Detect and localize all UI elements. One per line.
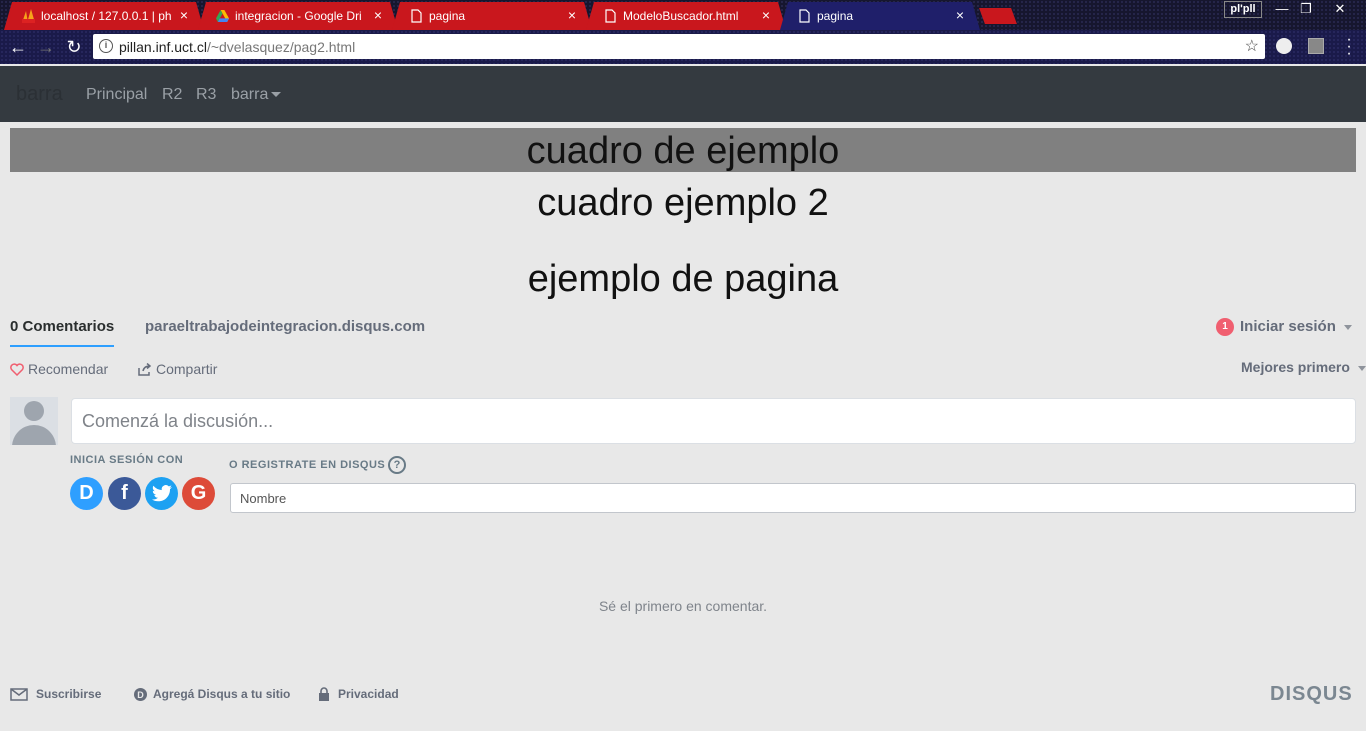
empty-comments-message: Sé el primero en comentar. [598,598,768,614]
nav-link-r3[interactable]: R3 [196,86,216,104]
login-with-label: INICIA SESIÓN CON [70,454,184,466]
url-path: /~dvelasquez/pag2.html [206,39,356,55]
url-text[interactable]: pillan.inf.uct.cl/~dvelasquez/pag2.html [119,39,355,55]
sort-label: Mejores primero [1241,359,1350,375]
url-host: pillan.inf.uct.cl [119,39,207,55]
back-arrow-icon[interactable]: ← [6,36,30,58]
community-tab[interactable]: paraeltrabajodeintegracion.disqus.com [145,318,425,335]
nav-dropdown-barra[interactable]: barra [231,86,282,104]
profile-button[interactable]: pl'pll [1224,1,1262,18]
tab-label: ModeloBuscador.html [623,9,739,23]
browser-tab[interactable]: localhost / 127.0.0.1 | ph × [4,2,204,30]
close-icon[interactable]: × [180,7,188,23]
tab-label: integracion - Google Dri [235,9,362,23]
subscribe-link[interactable]: Suscribirse [10,687,102,702]
sort-dropdown[interactable]: Mejores primero [1241,359,1366,375]
login-label: Iniciar sesión [1240,318,1336,335]
navbar-brand[interactable]: barra [16,83,63,106]
login-menu[interactable]: 1 Iniciar sesión [1216,318,1352,337]
privacy-label: Privacidad [338,687,399,701]
address-bar[interactable]: i pillan.inf.uct.cl/~dvelasquez/pag2.htm… [93,34,1265,59]
page-icon [410,9,423,23]
twitter-bird-icon [151,485,172,502]
forward-arrow-icon[interactable]: → [34,36,58,58]
google-login-icon[interactable]: G [182,477,215,510]
info-icon[interactable]: i [99,39,113,53]
example-box-2-title: cuadro ejemplo 2 [537,182,829,224]
page-heading: ejemplo de pagina [527,258,839,300]
example-box-title: cuadro de ejemplo [526,130,840,172]
bookmark-star-icon[interactable]: ☆ [1245,36,1259,56]
avatar [10,397,58,445]
active-tab-underline [10,345,114,347]
disqus-d-icon: D [134,688,147,702]
extension-icon[interactable] [1276,38,1292,54]
pdf-extension-icon[interactable] [1308,38,1324,54]
svg-text:D: D [137,690,144,700]
share-label: Compartir [156,361,218,377]
comments-count-tab[interactable]: 0 Comentarios [10,318,114,335]
new-tab-button[interactable] [979,8,1017,24]
close-icon[interactable]: × [956,7,964,23]
minimize-icon[interactable]: — [1269,0,1295,18]
help-icon[interactable]: ? [388,456,407,474]
tab-label: pagina [429,9,466,23]
recommend-label: Recomendar [28,361,109,377]
facebook-login-icon[interactable]: f [108,477,141,510]
add-disqus-link[interactable]: D Agregá Disqus a tu sitio [133,687,290,702]
close-icon[interactable]: × [568,7,576,23]
restore-icon[interactable]: ❐ [1293,0,1319,18]
nav-link-principal[interactable]: Principal [86,86,147,104]
recommend-button[interactable]: Recomendar [10,361,108,377]
browser-tab[interactable]: integracion - Google Dri × [198,2,398,30]
caret-down-icon [1357,365,1366,371]
browser-toolbar: ← → ↻ i pillan.inf.uct.cl/~dvelasquez/pa… [0,30,1366,64]
share-icon [138,362,152,376]
heart-icon [10,363,24,376]
nav-dropdown-label: barra [231,86,269,103]
lock-icon [319,687,329,702]
subscribe-label: Suscribirse [36,687,102,701]
close-icon[interactable]: × [762,7,770,23]
page-icon [798,9,811,23]
register-label: O REGISTRATE EN DISQUS? [229,456,407,474]
window-close-icon[interactable]: ✕ [1327,0,1353,18]
disqus-login-icon[interactable]: D [70,477,103,510]
twitter-login-icon[interactable] [145,477,178,510]
tab-label: pagina [817,9,854,23]
caret-down-icon [1343,324,1352,330]
share-button[interactable]: Compartir [138,361,217,377]
disqus-logo[interactable]: DISQUS [1270,683,1353,706]
site-navbar: barra Principal R2 R3 barra [0,66,1366,122]
page-icon [604,9,617,23]
reload-icon[interactable]: ↻ [62,36,86,58]
browser-tabstrip: localhost / 127.0.0.1 | ph × integracion… [0,0,1366,30]
browser-tab[interactable]: pagina × [392,2,592,30]
nav-link-r2[interactable]: R2 [162,86,182,104]
browser-tab[interactable]: ModeloBuscador.html × [586,2,786,30]
add-disqus-label: Agregá Disqus a tu sitio [153,687,291,701]
browser-tab-active[interactable]: pagina × [780,2,980,30]
envelope-icon [10,688,28,702]
comment-textarea[interactable]: Comenzá la discusión... [71,398,1356,444]
menu-kebab-icon[interactable]: · · · [1344,32,1354,62]
phpmyadmin-icon [22,9,35,23]
google-drive-icon [216,9,229,23]
notification-badge: 1 [1216,318,1234,337]
name-field[interactable]: Nombre [230,483,1356,513]
register-text: O REGISTRATE EN DISQUS [229,458,386,471]
privacy-link[interactable]: Privacidad [318,687,399,702]
close-icon[interactable]: × [374,7,382,23]
caret-down-icon [271,92,282,98]
tab-label: localhost / 127.0.0.1 | ph [41,9,171,23]
